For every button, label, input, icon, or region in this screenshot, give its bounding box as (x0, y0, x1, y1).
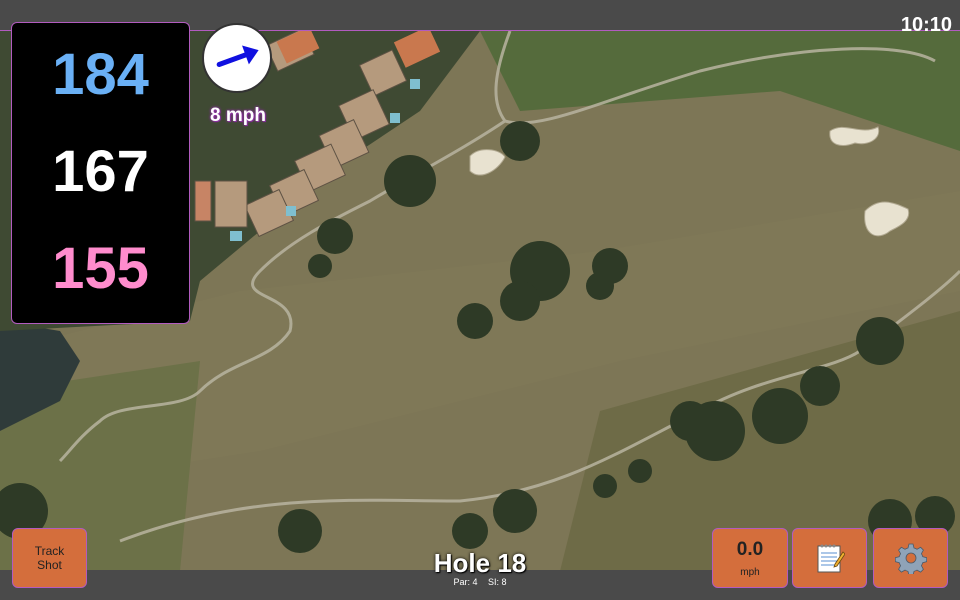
notes-button[interactable] (792, 528, 867, 588)
clock: 10:10 (900, 14, 952, 36)
arrow-icon (216, 45, 259, 67)
settings-button[interactable] (873, 528, 948, 588)
distance-back: 184 (52, 42, 149, 107)
track-shot-label-line1: Track (34, 544, 65, 558)
wind-direction-indicator (202, 23, 272, 93)
distance-front: 155 (52, 236, 149, 301)
wind-speed-label: 8 mph (210, 105, 266, 126)
yardage-panel: 184 167 155 (11, 22, 190, 324)
stroke-index-label: SI: 8 (488, 577, 507, 587)
speed-value: 0.0 (736, 538, 764, 560)
par-label: Par: 4 (453, 577, 478, 587)
track-shot-button[interactable]: Track Shot (12, 528, 87, 588)
track-shot-label-line2: Shot (37, 558, 62, 572)
speed-unit: mph (740, 566, 760, 578)
notepad-icon (817, 544, 845, 573)
gear-icon (894, 543, 927, 574)
hole-title: Hole 18 (433, 548, 527, 578)
hole-info: Par: 4 SI: 8 (380, 577, 580, 587)
distance-middle: 167 (52, 139, 149, 204)
speed-button[interactable]: 0.0 mph (712, 528, 788, 588)
